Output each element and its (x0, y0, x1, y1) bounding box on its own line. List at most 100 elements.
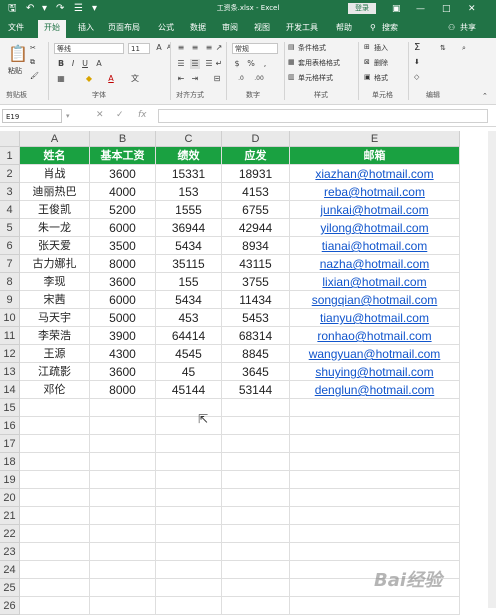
cut-icon[interactable]: ✂ (30, 44, 36, 52)
empty-cell[interactable] (20, 489, 90, 507)
empty-cell[interactable] (90, 471, 156, 489)
table-format-button[interactable]: 套用表格格式 (298, 58, 340, 68)
empty-cell[interactable] (20, 453, 90, 471)
empty-cell[interactable] (156, 435, 222, 453)
number-cell[interactable]: 42944 (222, 219, 290, 237)
empty-cell[interactable] (20, 471, 90, 489)
empty-cell[interactable] (90, 399, 156, 417)
number-cell[interactable]: 8845 (222, 345, 290, 363)
empty-cell[interactable] (156, 417, 222, 435)
row-header[interactable]: 21 (0, 507, 20, 525)
fill-color-icon[interactable]: ◆ (84, 74, 94, 84)
number-cell[interactable]: 1555 (156, 201, 222, 219)
row-header[interactable]: 26 (0, 597, 20, 615)
format-painter-icon[interactable]: 🖌 (30, 72, 39, 80)
number-cell[interactable]: 453 (156, 309, 222, 327)
number-cell[interactable]: 8934 (222, 237, 290, 255)
empty-cell[interactable] (222, 489, 290, 507)
empty-cell[interactable] (90, 561, 156, 579)
row-header[interactable]: 5 (0, 219, 20, 237)
row-header[interactable]: 11 (0, 327, 20, 345)
empty-cell[interactable] (90, 489, 156, 507)
tab-insert[interactable]: 插入 (78, 22, 94, 34)
close-icon[interactable]: ✕ (468, 2, 476, 16)
number-cell[interactable]: 3600 (90, 165, 156, 183)
empty-cell[interactable] (20, 597, 90, 615)
empty-cell[interactable] (20, 507, 90, 525)
name-cell[interactable]: 王俊凯 (20, 201, 90, 219)
ribbon-display-icon[interactable]: ▣ (392, 2, 401, 16)
empty-cell[interactable] (90, 507, 156, 525)
email-link[interactable]: songqian@hotmail.com (290, 291, 460, 309)
empty-cell[interactable] (90, 579, 156, 597)
increase-font-icon[interactable]: A (154, 43, 164, 53)
empty-cell[interactable] (20, 399, 90, 417)
tab-data[interactable]: 数据 (190, 22, 206, 34)
number-cell[interactable]: 3600 (90, 363, 156, 381)
email-link[interactable]: tianyu@hotmail.com (290, 309, 460, 327)
column-header-d[interactable]: D (222, 131, 290, 147)
copy-icon[interactable]: ⧉ (30, 58, 35, 67)
name-cell[interactable]: 朱一龙 (20, 219, 90, 237)
table-format-icon[interactable]: ▦ (288, 58, 295, 66)
row-header[interactable]: 24 (0, 561, 20, 579)
empty-cell[interactable] (222, 453, 290, 471)
number-cell[interactable]: 3900 (90, 327, 156, 345)
row-header[interactable]: 18 (0, 453, 20, 471)
paste-button[interactable]: 粘贴 (8, 66, 22, 76)
number-cell[interactable]: 53144 (222, 381, 290, 399)
number-cell[interactable]: 5434 (156, 291, 222, 309)
italic-icon[interactable]: I (68, 59, 78, 69)
font-type-icon[interactable]: A (94, 59, 104, 69)
font-name-select[interactable]: 等线 (54, 43, 124, 54)
number-cell[interactable]: 6000 (90, 291, 156, 309)
name-cell[interactable]: 王源 (20, 345, 90, 363)
login-button[interactable]: 登录 (348, 3, 376, 14)
number-cell[interactable]: 5434 (156, 237, 222, 255)
format-cells-icon[interactable]: ▣ (364, 73, 371, 81)
autosum-icon[interactable]: Σ (414, 42, 420, 53)
empty-cell[interactable] (222, 417, 290, 435)
empty-cell[interactable] (222, 543, 290, 561)
decrease-decimal-icon[interactable]: .00 (254, 74, 264, 84)
empty-cell[interactable] (156, 471, 222, 489)
maximize-icon[interactable]: □ (442, 2, 451, 16)
empty-cell[interactable] (20, 561, 90, 579)
number-cell[interactable]: 45 (156, 363, 222, 381)
align-top-icon[interactable]: ≡ (176, 43, 186, 53)
row-header[interactable]: 10 (0, 309, 20, 327)
empty-cell[interactable] (222, 561, 290, 579)
conditional-format-button[interactable]: 条件格式 (298, 43, 326, 53)
paste-icon[interactable]: 📋 (8, 44, 28, 63)
number-cell[interactable]: 5000 (90, 309, 156, 327)
row-header[interactable]: 19 (0, 471, 20, 489)
row-header[interactable]: 16 (0, 417, 20, 435)
find-select-icon[interactable]: ⌕ (462, 44, 466, 53)
column-header-c[interactable]: C (156, 131, 222, 147)
number-cell[interactable]: 4300 (90, 345, 156, 363)
email-link[interactable]: nazha@hotmail.com (290, 255, 460, 273)
row-header[interactable]: 7 (0, 255, 20, 273)
number-cell[interactable]: 15331 (156, 165, 222, 183)
row-header[interactable]: 20 (0, 489, 20, 507)
number-cell[interactable]: 3645 (222, 363, 290, 381)
email-link[interactable]: tianai@hotmail.com (290, 237, 460, 255)
row-header[interactable]: 8 (0, 273, 20, 291)
empty-cell[interactable] (156, 507, 222, 525)
header-cell[interactable]: 应发 (222, 147, 290, 165)
number-cell[interactable]: 3600 (90, 273, 156, 291)
number-cell[interactable]: 4545 (156, 345, 222, 363)
share-button[interactable]: 共享 (460, 22, 476, 34)
column-header-b[interactable]: B (90, 131, 156, 147)
search-icon[interactable]: ⚲ (370, 22, 376, 34)
number-cell[interactable]: 3755 (222, 273, 290, 291)
font-color-icon[interactable]: A (106, 74, 116, 84)
select-all-corner[interactable] (0, 131, 20, 147)
empty-cell[interactable] (290, 417, 460, 435)
empty-cell[interactable] (20, 525, 90, 543)
empty-cell[interactable] (290, 453, 460, 471)
number-cell[interactable]: 11434 (222, 291, 290, 309)
number-cell[interactable]: 35115 (156, 255, 222, 273)
empty-cell[interactable] (156, 561, 222, 579)
fill-icon[interactable]: ⬇ (414, 58, 420, 66)
